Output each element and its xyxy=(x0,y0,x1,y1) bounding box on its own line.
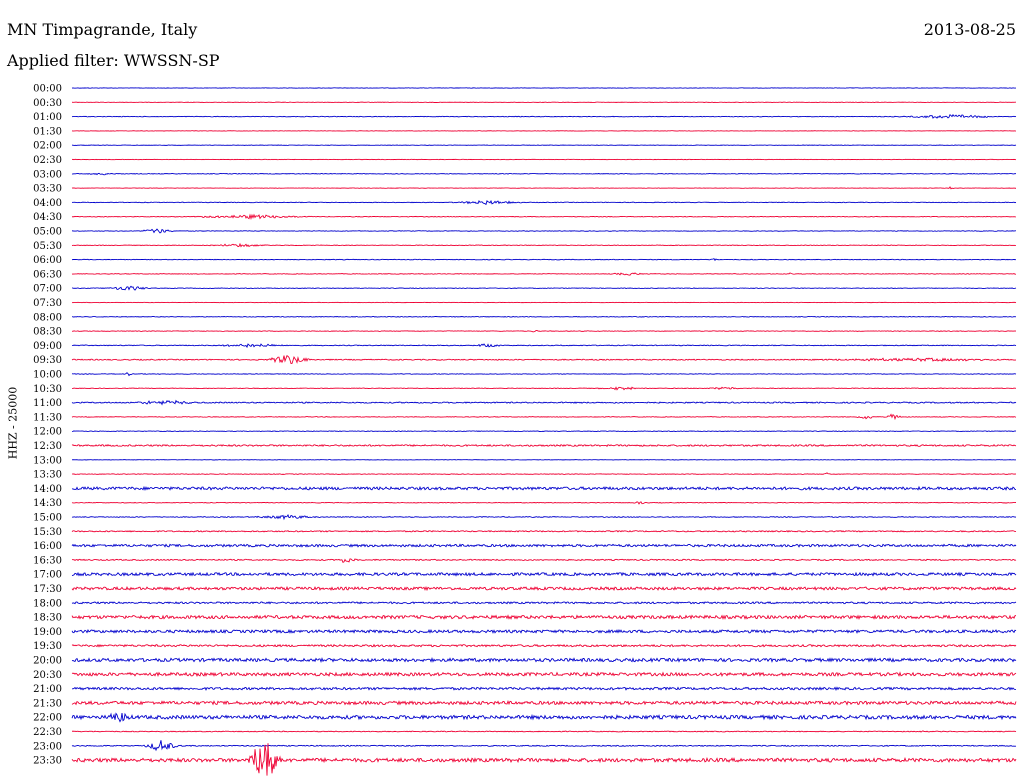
time-tick-label: 00:00 xyxy=(33,84,62,95)
trace-line xyxy=(71,399,1017,406)
trace-line xyxy=(71,444,1017,448)
time-tick-label: 13:30 xyxy=(33,470,62,481)
trace-line xyxy=(71,386,1017,391)
time-tick-label: 15:00 xyxy=(33,513,62,524)
time-tick-label: 12:00 xyxy=(33,427,62,438)
trace-line xyxy=(71,355,1017,365)
trace-line xyxy=(71,258,1017,262)
trace-line xyxy=(71,472,1017,475)
time-tick-label: 16:30 xyxy=(33,555,62,566)
trace-line xyxy=(71,585,1017,592)
time-tick-label: 16:00 xyxy=(33,541,62,552)
time-tick-label: 07:30 xyxy=(33,298,62,309)
trace-line xyxy=(71,172,1017,176)
trace-line xyxy=(71,213,1017,220)
trace-line xyxy=(71,743,1017,776)
trace-line xyxy=(71,700,1017,706)
time-tick-label: 05:30 xyxy=(33,241,62,252)
time-tick-label: 07:00 xyxy=(33,284,62,295)
time-tick-label: 21:30 xyxy=(33,698,62,709)
trace-line xyxy=(71,558,1017,564)
time-tick-label: 17:30 xyxy=(33,584,62,595)
trace-line xyxy=(71,657,1017,663)
trace-line xyxy=(71,601,1017,605)
trace-line xyxy=(71,242,1017,248)
time-tick-label: 19:30 xyxy=(33,641,62,652)
time-tick-label: 06:30 xyxy=(33,269,62,280)
time-tick-label: 22:00 xyxy=(33,713,62,724)
time-tick-label: 09:30 xyxy=(33,355,62,366)
seismogram-plot: 00:00 00:30 01:00 01:30 02:00 02:30 03:00 03:30… xyxy=(33,84,1017,776)
time-tick-label: 02:00 xyxy=(33,141,62,152)
time-tick-label: 06:00 xyxy=(33,255,62,266)
time-tick-label: 08:00 xyxy=(33,312,62,323)
time-tick-label: 08:30 xyxy=(33,327,62,338)
time-tick-label: 13:00 xyxy=(33,455,62,466)
trace-line xyxy=(71,272,1017,276)
trace-line xyxy=(71,513,1017,521)
time-tick-label: 18:30 xyxy=(33,613,62,624)
trace-line xyxy=(71,316,1017,318)
time-tick-label: 05:00 xyxy=(33,227,62,238)
time-tick-label: 12:30 xyxy=(33,441,62,452)
time-tick-label: 04:30 xyxy=(33,212,62,223)
time-tick-label: 14:00 xyxy=(33,484,62,495)
trace-line xyxy=(71,113,1017,119)
trace-line xyxy=(71,628,1017,634)
trace-line xyxy=(71,372,1017,377)
time-tick-label: 23:00 xyxy=(33,741,62,752)
trace-line xyxy=(71,740,1017,752)
trace-line xyxy=(71,186,1017,190)
time-tick-label: 04:00 xyxy=(33,198,62,209)
trace-line xyxy=(71,343,1017,349)
time-tick-label: 19:00 xyxy=(33,627,62,638)
time-tick-label: 21:00 xyxy=(33,684,62,695)
time-tick-label: 23:30 xyxy=(33,756,62,767)
time-tick-label: 22:30 xyxy=(33,727,62,738)
time-tick-label: 09:00 xyxy=(33,341,62,352)
trace-line xyxy=(71,643,1017,648)
time-tick-label: 14:30 xyxy=(33,498,62,509)
trace-line xyxy=(71,430,1017,433)
trace-line xyxy=(71,530,1017,533)
time-tick-label: 01:30 xyxy=(33,126,62,137)
time-tick-label: 01:00 xyxy=(33,112,62,123)
trace-line xyxy=(71,571,1017,577)
time-tick-label: 10:30 xyxy=(33,384,62,395)
trace-line xyxy=(71,501,1017,505)
trace-line xyxy=(71,485,1017,491)
trace-line xyxy=(71,730,1017,733)
time-tick-label: 03:00 xyxy=(33,169,62,180)
time-tick-label: 00:30 xyxy=(33,98,62,109)
time-tick-label: 20:00 xyxy=(33,656,62,667)
trace-line xyxy=(71,543,1017,548)
time-tick-label: 03:30 xyxy=(33,184,62,195)
trace-line xyxy=(71,199,1017,206)
time-tick-label: 18:00 xyxy=(33,598,62,609)
trace-line xyxy=(71,329,1017,333)
time-tick-label: 11:30 xyxy=(33,412,62,423)
trace-line xyxy=(71,228,1017,234)
trace-line xyxy=(71,712,1017,723)
trace-line xyxy=(71,686,1017,691)
trace-line xyxy=(71,413,1017,421)
trace-line xyxy=(71,671,1017,678)
time-tick-label: 02:30 xyxy=(33,155,62,166)
trace-line xyxy=(71,614,1017,621)
time-tick-label: 15:30 xyxy=(33,527,62,538)
time-tick-label: 11:00 xyxy=(33,398,62,409)
trace-line xyxy=(71,285,1017,291)
time-tick-label: 10:00 xyxy=(33,370,62,381)
time-tick-label: 20:30 xyxy=(33,670,62,681)
time-tick-label: 17:00 xyxy=(33,570,62,581)
